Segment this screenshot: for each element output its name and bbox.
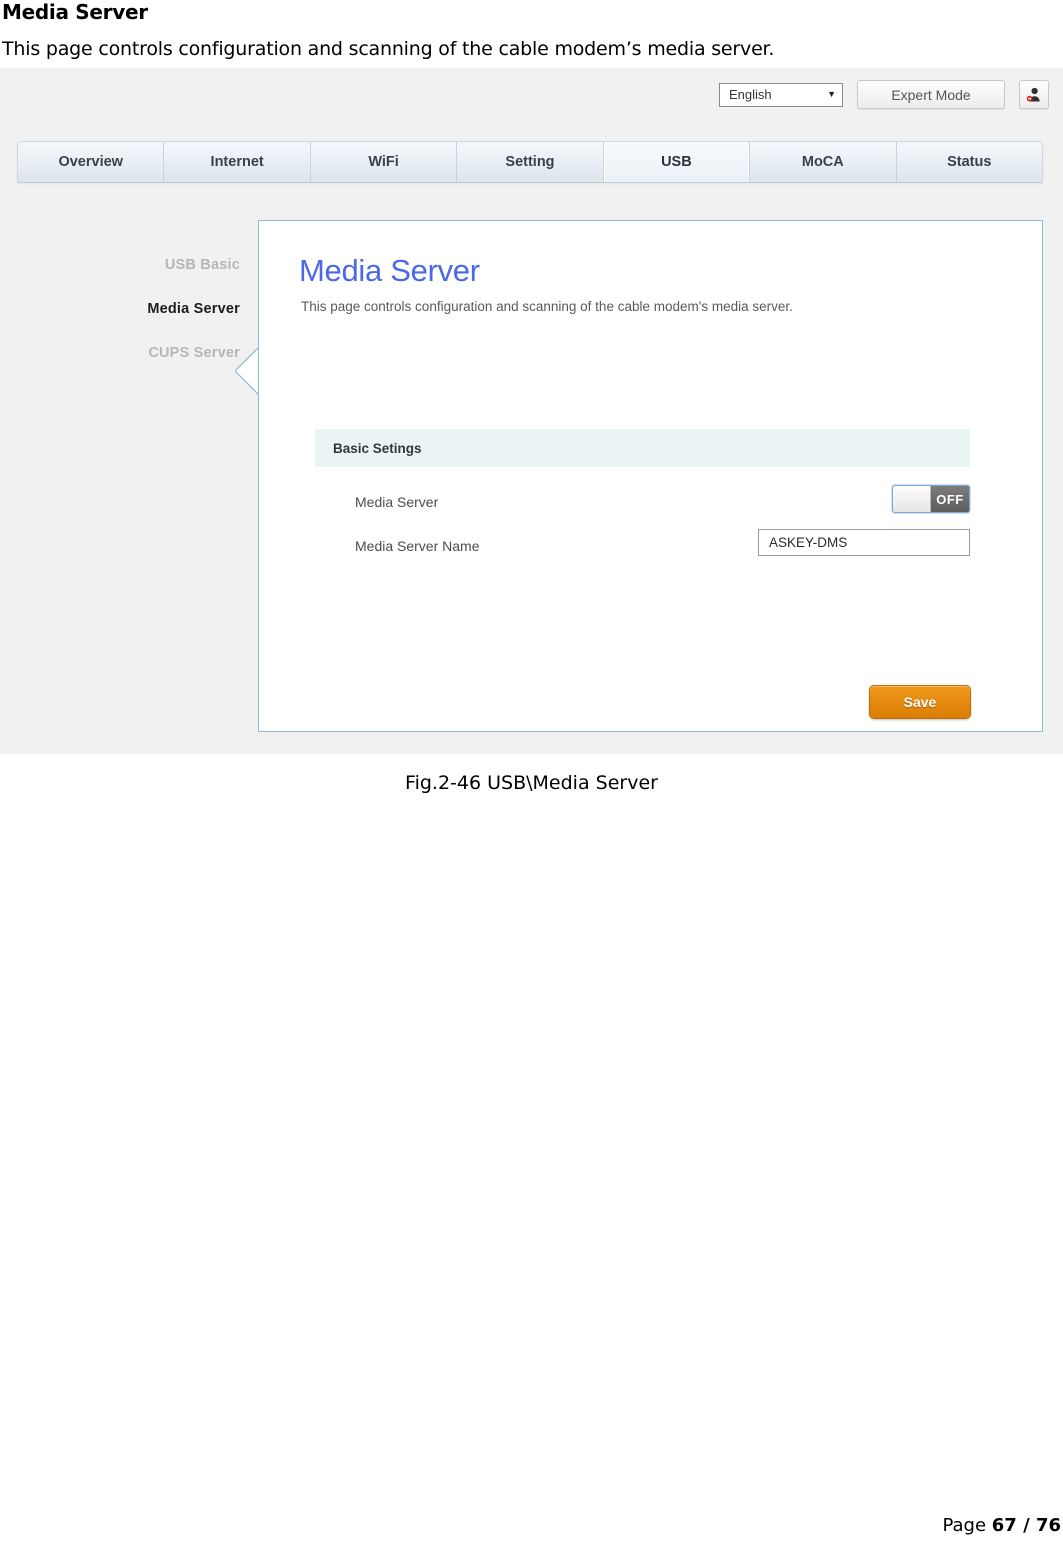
save-button-label: Save	[903, 694, 937, 710]
language-select-value: English	[729, 87, 772, 102]
sidebar-item-usb-basic-label: USB Basic	[164, 257, 240, 273]
sidebar-item-cups-server-label: CUPS Server	[148, 345, 240, 361]
section-header-basic-settings: Basic Setings	[315, 429, 970, 467]
language-select[interactable]: English ▼	[719, 82, 843, 107]
figure-caption: Fig.2-46 USB\Media Server	[405, 772, 658, 794]
tab-status[interactable]: Status	[897, 142, 1042, 182]
save-button[interactable]: Save	[869, 685, 971, 719]
footer-page-number: 67 / 76	[991, 1515, 1061, 1536]
footer-prefix: Page	[942, 1515, 992, 1536]
tab-setting[interactable]: Setting	[457, 142, 604, 182]
chevron-down-icon: ▼	[827, 89, 836, 99]
tab-usb[interactable]: USB	[603, 142, 751, 182]
tab-internet-label: Internet	[210, 154, 264, 170]
media-server-name-input[interactable]: ASKEY-DMS	[758, 529, 970, 556]
media-server-name-value: ASKEY-DMS	[769, 535, 848, 550]
page-footer: Page 67 / 76	[942, 1515, 1061, 1536]
toggle-knob	[893, 486, 931, 512]
media-server-label: Media Server	[355, 494, 439, 510]
expert-mode-button[interactable]: Expert Mode	[857, 80, 1005, 109]
main-tab-bar: Overview Internet WiFi Setting USB MoCA …	[17, 141, 1043, 183]
tab-status-label: Status	[947, 154, 992, 170]
sidebar-item-cups-server[interactable]: CUPS Server	[105, 338, 240, 368]
section-header-label: Basic Setings	[333, 440, 422, 456]
tab-setting-label: Setting	[505, 154, 555, 170]
tab-usb-label: USB	[661, 154, 692, 170]
panel-title: Media Server	[299, 253, 480, 288]
user-account-button[interactable]	[1019, 80, 1049, 109]
top-toolbar: English ▼ Expert Mode	[719, 80, 1049, 109]
active-section-pointer	[234, 344, 262, 398]
sub-navigation: USB Basic Media Server CUPS Server	[105, 250, 240, 382]
form-row-media-server-name: Media Server Name ASKEY-DMS	[315, 529, 970, 563]
tab-wifi-label: WiFi	[368, 154, 399, 170]
tab-overview-label: Overview	[58, 154, 123, 170]
sidebar-item-media-server-label: Media Server	[147, 301, 240, 317]
tab-wifi[interactable]: WiFi	[311, 142, 458, 182]
embedded-ui-screenshot: English ▼ Expert Mode Overview Internet …	[0, 68, 1063, 754]
user-account-icon	[1026, 87, 1040, 101]
tab-moca-label: MoCA	[801, 154, 844, 170]
media-server-toggle[interactable]: OFF	[892, 485, 970, 513]
panel-description: This page controls configuration and sca…	[301, 299, 793, 314]
tab-internet[interactable]: Internet	[164, 142, 311, 182]
toggle-state-label: OFF	[931, 486, 969, 512]
media-server-name-label: Media Server Name	[355, 538, 480, 554]
tab-moca[interactable]: MoCA	[750, 142, 897, 182]
expert-mode-label: Expert Mode	[891, 86, 971, 103]
sidebar-item-usb-basic[interactable]: USB Basic	[105, 250, 240, 280]
page-title: Media Server	[2, 0, 148, 24]
page-intro-text: This page controls configuration and sca…	[2, 38, 775, 60]
tab-overview[interactable]: Overview	[18, 142, 165, 182]
sidebar-item-media-server[interactable]: Media Server	[105, 294, 240, 324]
form-row-media-server: Media Server OFF	[315, 485, 970, 519]
content-panel: Media Server This page controls configur…	[258, 220, 1043, 732]
